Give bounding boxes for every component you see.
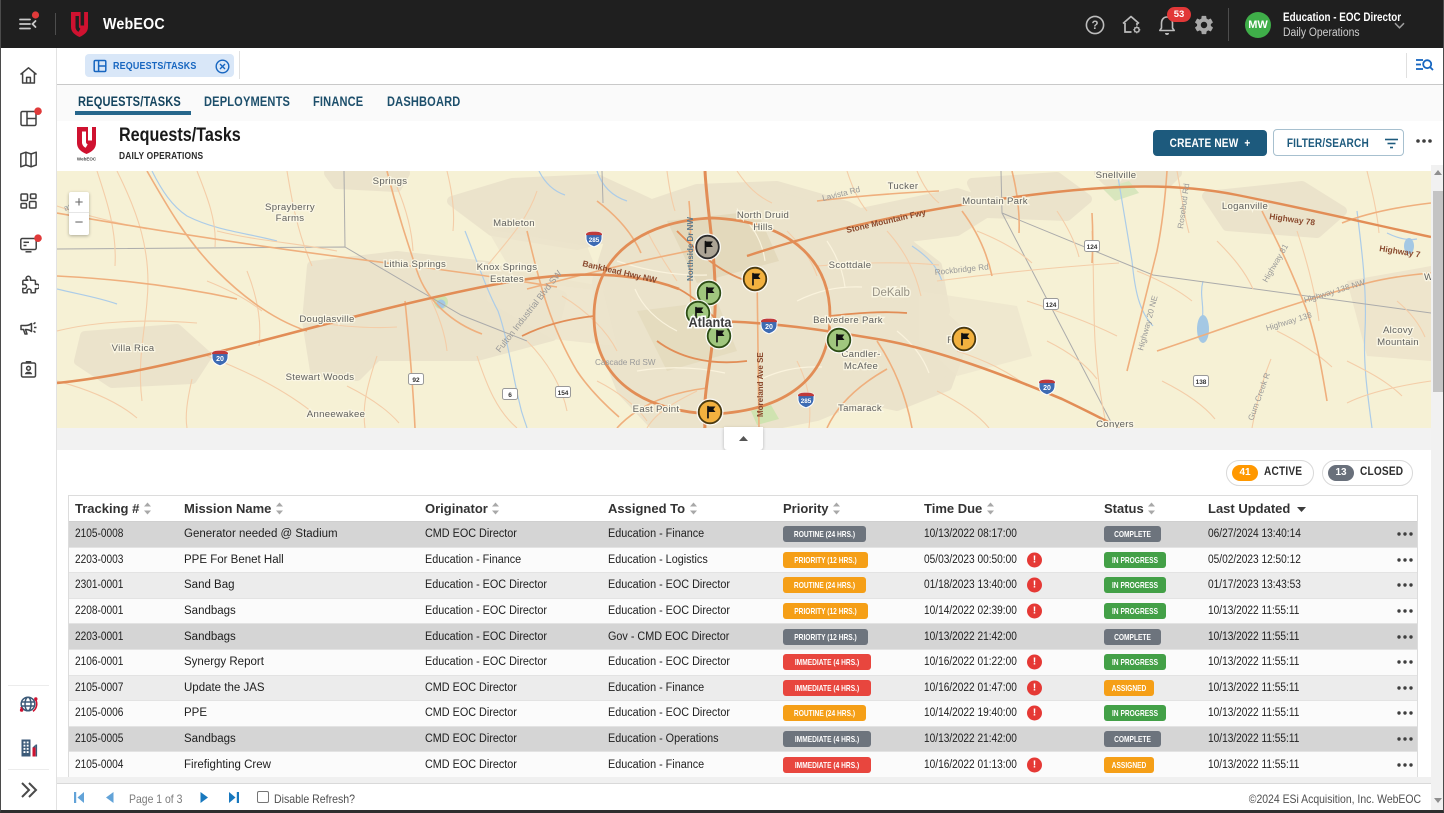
svg-text:Mountain Park: Mountain Park (962, 196, 1028, 207)
svg-text:138: 138 (1196, 379, 1207, 386)
svg-text:124: 124 (1087, 244, 1098, 251)
svg-text:WebEOC: WebEOC (77, 157, 97, 162)
svg-text:Sprayberry: Sprayberry (265, 202, 315, 213)
svg-text:Anneewakee: Anneewakee (307, 409, 365, 420)
svg-text:285: 285 (801, 398, 812, 405)
svg-text:Tamarack: Tamarack (838, 403, 882, 414)
svg-text:Douglasville: Douglasville (299, 314, 354, 325)
svg-text:6: 6 (508, 392, 512, 399)
svg-text:Snellville: Snellville (1096, 171, 1137, 181)
svg-text:Alcovy: Alcovy (1383, 325, 1413, 336)
svg-text:Springs: Springs (373, 176, 408, 187)
svg-text:Belvedere Park: Belvedere Park (813, 315, 883, 326)
svg-text:20: 20 (765, 324, 773, 331)
svg-text:Tucker: Tucker (888, 181, 919, 192)
svg-text:Mableton: Mableton (493, 218, 535, 229)
svg-text:DeKalb: DeKalb (872, 287, 910, 299)
svg-text:Villa Rica: Villa Rica (112, 343, 155, 354)
svg-text:Knox Springs: Knox Springs (477, 262, 538, 273)
svg-text:Loganville: Loganville (1222, 201, 1268, 212)
svg-text:Estates: Estates (490, 274, 524, 285)
svg-text:Scottdale: Scottdale (829, 260, 872, 271)
svg-text:Wal: Wal (1424, 272, 1431, 283)
svg-text:Moreland Ave SE: Moreland Ave SE (756, 352, 765, 417)
svg-text:Conyers: Conyers (1096, 419, 1134, 428)
svg-text:Northside Dr NW: Northside Dr NW (686, 217, 695, 281)
svg-text:20: 20 (216, 356, 224, 363)
svg-text:154: 154 (558, 390, 569, 397)
svg-text:?: ? (1091, 20, 1098, 32)
svg-text:20: 20 (1043, 385, 1051, 392)
svg-text:Farms: Farms (276, 213, 305, 224)
svg-text:124: 124 (1046, 302, 1057, 309)
svg-text:Hills: Hills (753, 222, 773, 233)
svg-text:Mountain: Mountain (1377, 337, 1419, 348)
svg-text:92: 92 (412, 377, 420, 384)
svg-text:Atlanta: Atlanta (689, 315, 732, 330)
svg-text:McAfee: McAfee (844, 361, 878, 372)
svg-text:Lithia Springs: Lithia Springs (384, 259, 446, 270)
svg-text:Cascade Rd SW: Cascade Rd SW (595, 358, 656, 367)
svg-text:North Druid: North Druid (737, 210, 789, 221)
svg-text:Stewart Woods: Stewart Woods (286, 372, 355, 383)
svg-text:East Point: East Point (633, 404, 680, 415)
svg-text:285: 285 (589, 237, 600, 244)
